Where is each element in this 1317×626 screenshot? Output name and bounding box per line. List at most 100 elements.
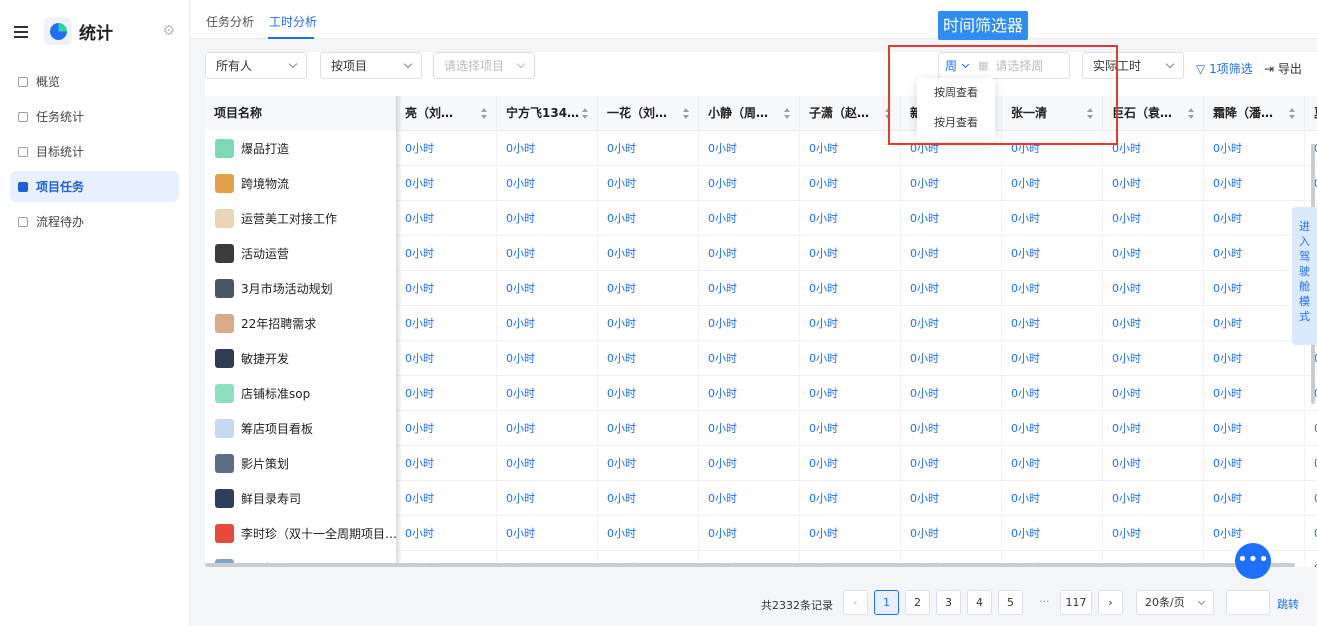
hours-cell[interactable]: 0小时 xyxy=(699,236,800,271)
hours-cell[interactable]: 0小时 xyxy=(800,201,901,236)
hours-cell[interactable]: 0小时 xyxy=(396,341,497,376)
hours-cell[interactable]: 0小时 xyxy=(1204,411,1305,446)
menu-icon[interactable] xyxy=(14,25,28,38)
hours-cell[interactable]: 0小时 xyxy=(396,516,497,551)
hours-cell[interactable]: 0小时 xyxy=(396,236,497,271)
table-row[interactable]: 0小时0小时0小时0小时0小时0小时0小时0小时0小时0小时店铺标准sop xyxy=(205,376,1317,411)
hours-cell[interactable]: 0小时 xyxy=(901,376,1002,411)
hours-cell[interactable]: 0小时 xyxy=(699,271,800,306)
hours-cell[interactable]: 0小时 xyxy=(1305,411,1317,446)
jump-button[interactable]: 跳转 xyxy=(1277,596,1299,612)
sort-icon[interactable] xyxy=(1289,108,1296,119)
hours-cell[interactable]: 0小时 xyxy=(800,306,901,341)
hours-cell[interactable]: 0小时 xyxy=(1002,411,1103,446)
project-name-cell[interactable]: 运营美工对接工作 xyxy=(205,201,396,236)
hours-cell[interactable]: 0小时 xyxy=(497,376,598,411)
hours-cell[interactable]: 0小时 xyxy=(1103,201,1204,236)
hours-cell[interactable]: 0小时 xyxy=(598,166,699,201)
sort-icon[interactable] xyxy=(1188,108,1195,119)
hours-cell[interactable]: 0小时 xyxy=(699,516,800,551)
hours-cell[interactable]: 0小时 xyxy=(1305,481,1317,516)
hours-cell[interactable]: 0小时 xyxy=(800,481,901,516)
hours-cell[interactable]: 0小时 xyxy=(1002,166,1103,201)
hours-cell[interactable]: 0小时 xyxy=(1002,306,1103,341)
project-name-cell[interactable]: 爆品打造 xyxy=(205,131,396,166)
hours-cell[interactable]: 0小时 xyxy=(1103,411,1204,446)
jump-page-input[interactable] xyxy=(1226,590,1270,615)
hours-cell[interactable]: 0小时 xyxy=(1103,481,1204,516)
table-row[interactable]: 0小时0小时0小时0小时0小时0小时0小时0小时0小时0小时筹店项目看板 xyxy=(205,411,1317,446)
hours-cell[interactable]: 0小时 xyxy=(598,516,699,551)
group-by-select[interactable]: 按项目 xyxy=(320,52,422,79)
hours-cell[interactable]: 0小时 xyxy=(396,446,497,481)
column-header-member[interactable]: 巨石（袁… xyxy=(1103,96,1204,131)
hours-cell[interactable]: 0小时 xyxy=(1204,306,1305,341)
project-name-cell[interactable]: 影片策划 xyxy=(205,446,396,481)
hours-cell[interactable]: 0小时 xyxy=(901,236,1002,271)
hours-cell[interactable]: 0小时 xyxy=(396,411,497,446)
hours-cell[interactable]: 0小时 xyxy=(1305,516,1317,551)
table-row[interactable]: 0小时0小时0小时0小时0小时0小时0小时0小时0小时0小时3月市场活动规划 xyxy=(205,271,1317,306)
project-name-cell[interactable]: 跨境物流 xyxy=(205,166,396,201)
hours-cell[interactable]: 0小时 xyxy=(901,271,1002,306)
horizontal-scrollbar[interactable] xyxy=(205,563,1295,567)
sidebar-item[interactable]: 目标统计 xyxy=(10,136,179,167)
next-page-button[interactable]: › xyxy=(1098,590,1123,615)
hours-cell[interactable]: 0小时 xyxy=(598,376,699,411)
hours-cell[interactable]: 0小时 xyxy=(699,341,800,376)
page-button[interactable]: 3 xyxy=(936,590,961,615)
hours-cell[interactable]: 0小时 xyxy=(901,481,1002,516)
hours-cell[interactable]: 0小时 xyxy=(1204,201,1305,236)
project-name-cell[interactable]: 3月市场活动规划 xyxy=(205,271,396,306)
export-button[interactable]: ⇥ 导出 xyxy=(1264,60,1302,77)
hours-cell[interactable]: 0小时 xyxy=(598,236,699,271)
hours-cell[interactable]: 0小时 xyxy=(497,201,598,236)
tab-hours-analysis[interactable]: 工时分析 xyxy=(269,13,317,30)
hours-cell[interactable]: 0小时 xyxy=(800,166,901,201)
hours-cell[interactable]: 0小时 xyxy=(800,131,901,166)
table-row[interactable]: 0小时0小时0小时0小时0小时0小时0小时0小时0小时0小时敏捷开发 xyxy=(205,341,1317,376)
column-header-member[interactable]: 子潇（赵… xyxy=(800,96,901,131)
hours-cell[interactable]: 0小时 xyxy=(901,446,1002,481)
hours-cell[interactable]: 0小时 xyxy=(1103,131,1204,166)
hours-cell[interactable]: 0小时 xyxy=(800,516,901,551)
hours-cell[interactable]: 0小时 xyxy=(497,236,598,271)
hours-cell[interactable]: 0小时 xyxy=(800,271,901,306)
last-page-button[interactable]: 117 xyxy=(1060,590,1092,615)
hours-cell[interactable]: 0小时 xyxy=(396,201,497,236)
column-header-member[interactable]: 小静（周… xyxy=(699,96,800,131)
hours-cell[interactable]: 0小时 xyxy=(901,166,1002,201)
hours-cell[interactable]: 0小时 xyxy=(1103,446,1204,481)
hours-cell[interactable]: 0小时 xyxy=(800,236,901,271)
column-header-member[interactable]: 霜降（潘… xyxy=(1204,96,1305,131)
hours-cell[interactable]: 0小时 xyxy=(1103,271,1204,306)
settings-gear-icon[interactable]: ⚙ xyxy=(162,23,175,39)
hours-cell[interactable]: 0小时 xyxy=(1204,341,1305,376)
table-row[interactable]: 0小时0小时0小时0小时0小时0小时0小时0小时0小时0小时鲜目录寿司 xyxy=(205,481,1317,516)
hours-cell[interactable]: 0小时 xyxy=(497,446,598,481)
hours-cell[interactable]: 0小时 xyxy=(1002,201,1103,236)
more-dots-icon[interactable]: ••• xyxy=(1235,543,1271,579)
filter-button[interactable]: ▽ 1项筛选 xyxy=(1196,60,1253,77)
hours-cell[interactable]: 0小时 xyxy=(598,341,699,376)
hours-cell[interactable]: 0小时 xyxy=(1002,446,1103,481)
hours-cell[interactable]: 0小时 xyxy=(901,341,1002,376)
sort-icon[interactable] xyxy=(481,108,488,119)
hours-cell[interactable]: 0小时 xyxy=(1204,236,1305,271)
project-name-cell[interactable]: 敏捷开发 xyxy=(205,341,396,376)
hours-cell[interactable]: 0小时 xyxy=(699,446,800,481)
hours-cell[interactable]: 0小时 xyxy=(396,271,497,306)
hours-cell[interactable]: 0小时 xyxy=(598,481,699,516)
page-button[interactable]: 4 xyxy=(967,590,992,615)
hours-cell[interactable]: 0小时 xyxy=(497,306,598,341)
sort-icon[interactable] xyxy=(582,108,589,119)
hours-cell[interactable]: 0小时 xyxy=(396,376,497,411)
hours-cell[interactable]: 0小时 xyxy=(699,411,800,446)
sort-icon[interactable] xyxy=(683,108,690,119)
hours-cell[interactable]: 0小时 xyxy=(1002,376,1103,411)
hours-cell[interactable]: 0小时 xyxy=(497,411,598,446)
hours-cell[interactable]: 0小时 xyxy=(1002,341,1103,376)
hours-cell[interactable]: 0小时 xyxy=(497,516,598,551)
table-row[interactable]: 0小时0小时0小时0小时0小时0小时0小时0小时0小时0小时李时珍（双十一全周期… xyxy=(205,516,1317,551)
column-header-member[interactable]: 一花（刘… xyxy=(598,96,699,131)
